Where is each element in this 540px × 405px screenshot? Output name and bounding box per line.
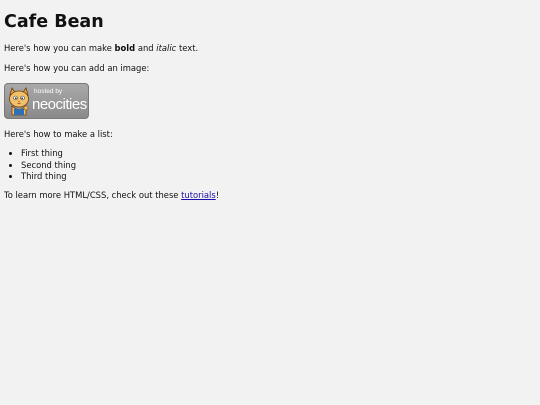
format-suffix: text. (176, 43, 199, 53)
list-item: Third thing (21, 171, 536, 182)
badge-neocities: neocities (32, 95, 87, 113)
bold-text: bold (114, 43, 136, 53)
page-body: Cafe Bean Here's how you can make bold a… (0, 0, 540, 405)
badge-hosted-by: hosted by (34, 88, 63, 96)
list-item: Second thing (21, 160, 536, 171)
page-title: Cafe Bean (4, 12, 104, 32)
italic-text: italic (156, 43, 177, 53)
learn-prefix: To learn more HTML/CSS, check out these (4, 190, 182, 201)
badge-container: hosted by neocities (4, 82, 536, 119)
format-paragraph: Here's how you can make bold and italic … (4, 43, 536, 54)
format-prefix: Here's how you can make (4, 43, 115, 53)
thing-list: First thing Second thing Third thing (4, 148, 536, 182)
image-paragraph: Here's how you can add an image: (4, 63, 150, 74)
learn-paragraph: To learn more HTML/CSS, check out these … (4, 190, 536, 201)
learn-suffix: ! (215, 190, 220, 201)
list-item: First thing (21, 148, 536, 159)
list-paragraph: Here's how to make a list: (4, 129, 113, 140)
tutorials-link[interactable]: tutorials (181, 190, 216, 200)
neocities-cat-icon (9, 86, 29, 116)
badge-text: hosted by neocities (32, 89, 87, 112)
hosted-by-neocities-badge[interactable]: hosted by neocities (4, 82, 89, 119)
format-middle: and (135, 43, 157, 53)
